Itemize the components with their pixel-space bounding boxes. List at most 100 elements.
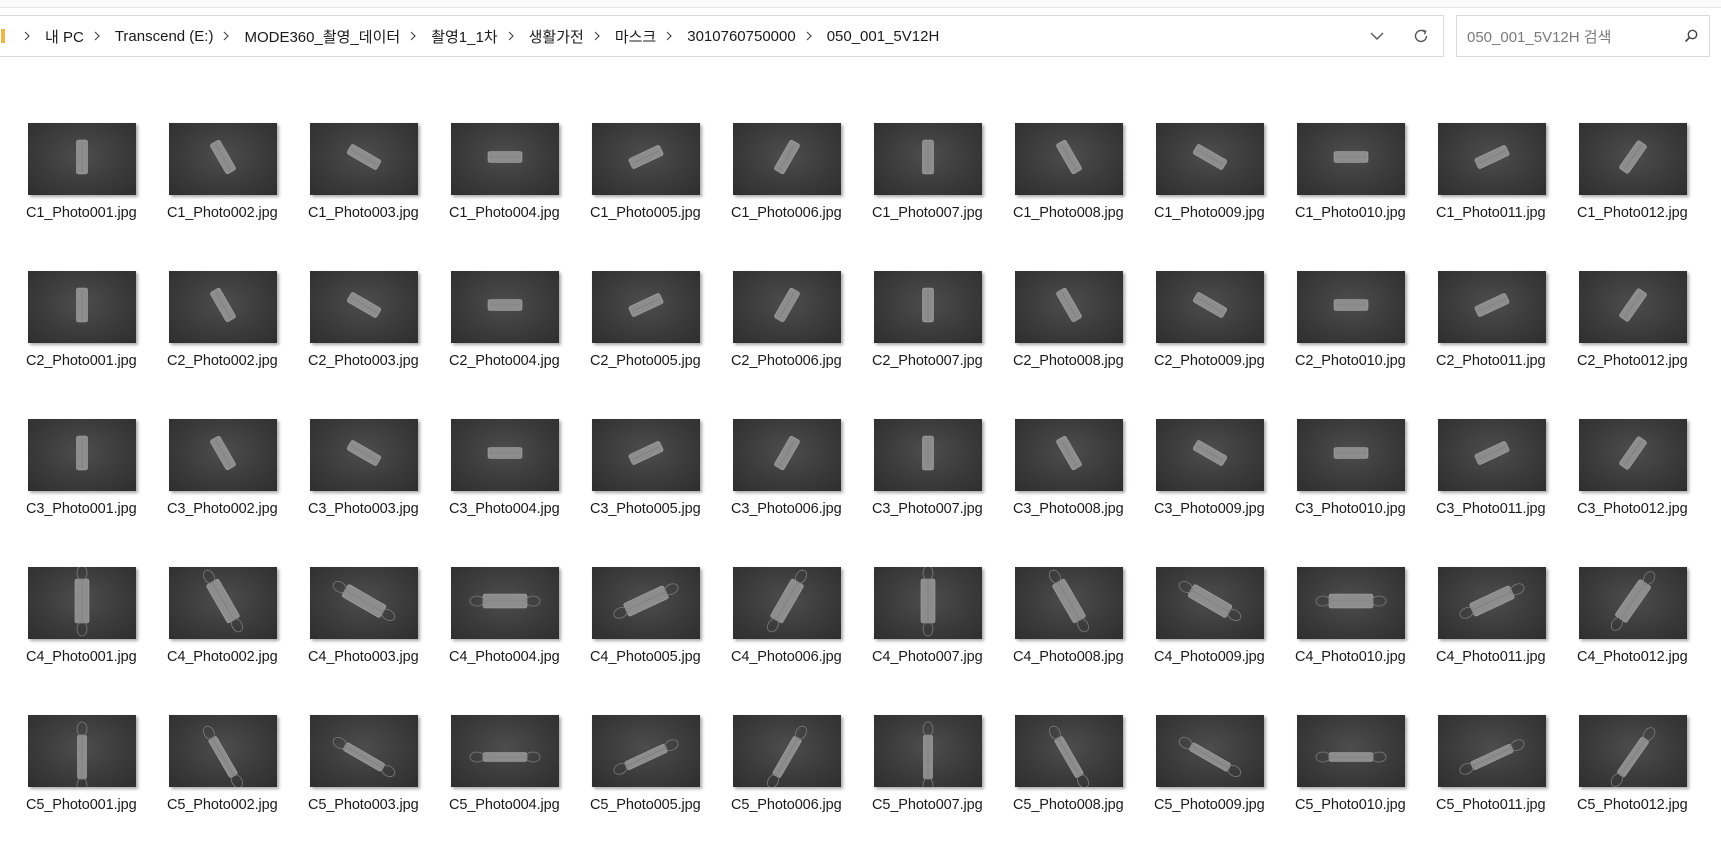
file-item[interactable]: C3_Photo004.jpg xyxy=(449,419,590,567)
breadcrumb-item[interactable]: 촬영1_1차 xyxy=(428,24,500,49)
file-name: C1_Photo006.jpg xyxy=(731,205,842,221)
file-item[interactable]: C3_Photo008.jpg xyxy=(1013,419,1154,567)
file-item[interactable]: C1_Photo001.jpg xyxy=(26,123,167,271)
file-item[interactable]: C2_Photo011.jpg xyxy=(1436,271,1577,419)
file-thumbnail xyxy=(169,715,277,787)
file-item[interactable]: C4_Photo001.jpg xyxy=(26,567,167,715)
file-item[interactable]: C3_Photo003.jpg xyxy=(308,419,449,567)
file-item[interactable]: C2_Photo008.jpg xyxy=(1013,271,1154,419)
breadcrumb-separator-icon[interactable] xyxy=(593,31,601,41)
file-name: C5_Photo010.jpg xyxy=(1295,797,1406,813)
breadcrumb-separator-icon[interactable] xyxy=(222,31,230,41)
breadcrumb-separator-icon[interactable] xyxy=(805,31,813,41)
file-item[interactable]: C5_Photo006.jpg xyxy=(731,715,872,863)
search-input[interactable]: 050_001_5V12H 검색 xyxy=(1457,26,1673,47)
file-thumbnail xyxy=(874,715,982,787)
breadcrumb-item[interactable]: 내 PC xyxy=(42,24,87,49)
file-item[interactable]: C1_Photo008.jpg xyxy=(1013,123,1154,271)
file-item[interactable]: C4_Photo011.jpg xyxy=(1436,567,1577,715)
file-item[interactable]: C3_Photo010.jpg xyxy=(1295,419,1436,567)
file-thumbnail xyxy=(592,123,700,195)
file-name: C2_Photo009.jpg xyxy=(1154,353,1265,369)
file-item[interactable]: C2_Photo005.jpg xyxy=(590,271,731,419)
breadcrumb-separator-icon[interactable] xyxy=(665,31,673,41)
breadcrumb-separator-icon[interactable] xyxy=(409,31,417,41)
file-thumbnail xyxy=(1297,567,1405,639)
file-thumbnail xyxy=(1297,123,1405,195)
search-icon[interactable] xyxy=(1673,28,1709,44)
file-item[interactable]: C5_Photo011.jpg xyxy=(1436,715,1577,863)
file-item[interactable]: C5_Photo002.jpg xyxy=(167,715,308,863)
refresh-icon[interactable] xyxy=(1399,16,1443,56)
file-item[interactable]: C2_Photo007.jpg xyxy=(872,271,1013,419)
file-item[interactable]: C1_Photo002.jpg xyxy=(167,123,308,271)
address-bar[interactable]: 내 PC Transcend (E:) MODE360_촬영_데이터 촬영1_1차 생활… xyxy=(0,15,1444,57)
file-item[interactable]: C4_Photo012.jpg xyxy=(1577,567,1718,715)
file-item[interactable]: C1_Photo007.jpg xyxy=(872,123,1013,271)
file-item[interactable]: C5_Photo005.jpg xyxy=(590,715,731,863)
file-item[interactable]: C4_Photo008.jpg xyxy=(1013,567,1154,715)
file-item[interactable]: C4_Photo007.jpg xyxy=(872,567,1013,715)
file-item[interactable]: C3_Photo006.jpg xyxy=(731,419,872,567)
file-item[interactable]: C5_Photo008.jpg xyxy=(1013,715,1154,863)
file-item[interactable]: C4_Photo006.jpg xyxy=(731,567,872,715)
file-item[interactable]: C5_Photo012.jpg xyxy=(1577,715,1718,863)
file-item[interactable]: C1_Photo009.jpg xyxy=(1154,123,1295,271)
file-item[interactable]: C3_Photo007.jpg xyxy=(872,419,1013,567)
file-item[interactable]: C2_Photo002.jpg xyxy=(167,271,308,419)
file-item[interactable]: C3_Photo012.jpg xyxy=(1577,419,1718,567)
file-item[interactable]: C4_Photo004.jpg xyxy=(449,567,590,715)
file-item[interactable]: C5_Photo003.jpg xyxy=(308,715,449,863)
file-item[interactable]: C5_Photo010.jpg xyxy=(1295,715,1436,863)
file-item[interactable]: C5_Photo009.jpg xyxy=(1154,715,1295,863)
file-item[interactable]: C2_Photo001.jpg xyxy=(26,271,167,419)
file-thumbnail xyxy=(1156,567,1264,639)
file-name: C2_Photo008.jpg xyxy=(1013,353,1124,369)
file-item[interactable]: C2_Photo003.jpg xyxy=(308,271,449,419)
file-item[interactable]: C2_Photo010.jpg xyxy=(1295,271,1436,419)
file-item[interactable]: C2_Photo004.jpg xyxy=(449,271,590,419)
file-item[interactable]: C3_Photo011.jpg xyxy=(1436,419,1577,567)
file-item[interactable]: C5_Photo007.jpg xyxy=(872,715,1013,863)
breadcrumb-separator-icon[interactable] xyxy=(507,31,515,41)
file-thumbnail xyxy=(874,567,982,639)
search-box[interactable]: 050_001_5V12H 검색 xyxy=(1456,15,1710,57)
breadcrumb-separator-icon[interactable] xyxy=(93,31,101,41)
file-name: C4_Photo007.jpg xyxy=(872,649,983,665)
file-thumbnail xyxy=(733,715,841,787)
file-item[interactable]: C1_Photo003.jpg xyxy=(308,123,449,271)
file-thumbnail xyxy=(310,123,418,195)
file-item[interactable]: C4_Photo005.jpg xyxy=(590,567,731,715)
file-item[interactable]: C1_Photo005.jpg xyxy=(590,123,731,271)
breadcrumb-item[interactable]: MODE360_촬영_데이터 xyxy=(241,24,403,49)
file-item[interactable]: C4_Photo003.jpg xyxy=(308,567,449,715)
breadcrumb-separator-icon[interactable] xyxy=(23,31,31,41)
file-item[interactable]: C4_Photo010.jpg xyxy=(1295,567,1436,715)
file-item[interactable]: C3_Photo005.jpg xyxy=(590,419,731,567)
file-item[interactable]: C4_Photo009.jpg xyxy=(1154,567,1295,715)
file-thumbnail xyxy=(733,123,841,195)
file-thumbnail xyxy=(1156,715,1264,787)
file-item[interactable]: C3_Photo001.jpg xyxy=(26,419,167,567)
file-name: C2_Photo011.jpg xyxy=(1436,353,1546,369)
file-name: C5_Photo007.jpg xyxy=(872,797,983,813)
breadcrumb-item[interactable]: 생활가전 xyxy=(526,24,587,49)
file-item[interactable]: C5_Photo001.jpg xyxy=(26,715,167,863)
file-item[interactable]: C2_Photo006.jpg xyxy=(731,271,872,419)
file-item[interactable]: C5_Photo004.jpg xyxy=(449,715,590,863)
breadcrumb-item[interactable]: Transcend (E:) xyxy=(112,26,217,47)
file-item[interactable]: C1_Photo011.jpg xyxy=(1436,123,1577,271)
file-item[interactable]: C3_Photo009.jpg xyxy=(1154,419,1295,567)
chevron-down-icon[interactable] xyxy=(1355,16,1399,56)
breadcrumb-item[interactable]: 마스크 xyxy=(612,24,659,49)
breadcrumb-item[interactable]: 3010760750000 xyxy=(684,26,798,47)
file-item[interactable]: C4_Photo002.jpg xyxy=(167,567,308,715)
file-item[interactable]: C1_Photo006.jpg xyxy=(731,123,872,271)
file-item[interactable]: C2_Photo012.jpg xyxy=(1577,271,1718,419)
file-item[interactable]: C1_Photo012.jpg xyxy=(1577,123,1718,271)
file-item[interactable]: C3_Photo002.jpg xyxy=(167,419,308,567)
file-item[interactable]: C2_Photo009.jpg xyxy=(1154,271,1295,419)
file-item[interactable]: C1_Photo004.jpg xyxy=(449,123,590,271)
file-item[interactable]: C1_Photo010.jpg xyxy=(1295,123,1436,271)
breadcrumb-item[interactable]: 050_001_5V12H xyxy=(824,26,943,47)
